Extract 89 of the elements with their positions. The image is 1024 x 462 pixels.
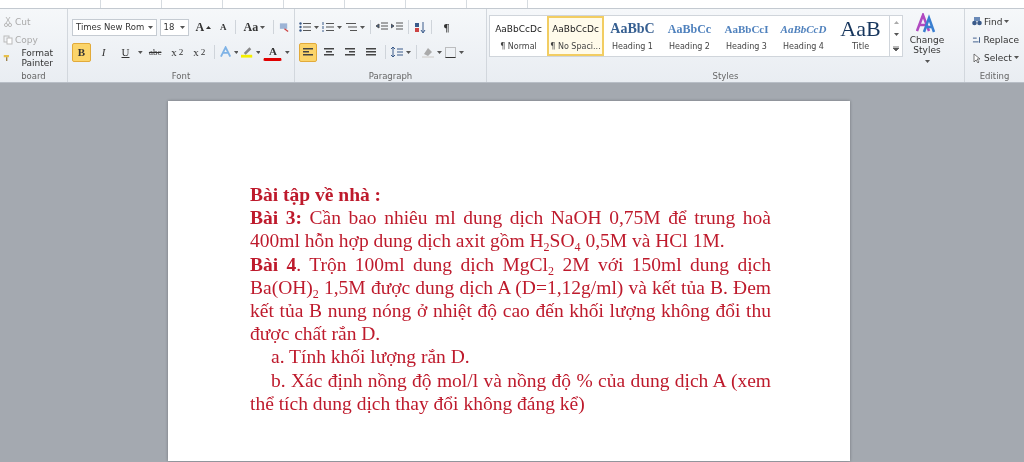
multilevel-list-icon	[345, 22, 357, 32]
binoculars-icon	[972, 17, 982, 26]
font-color-button[interactable]: A	[263, 43, 283, 61]
caret-icon	[285, 50, 291, 54]
show-marks-button[interactable]: ¶	[437, 17, 456, 37]
caret-icon	[180, 25, 186, 29]
align-left-icon	[303, 47, 313, 57]
sort-icon	[414, 21, 426, 33]
change-case-button[interactable]: Aa	[240, 17, 269, 37]
align-left-button[interactable]	[299, 42, 317, 62]
group-label: Editing	[978, 70, 1011, 82]
document-heading: Bài tập về nhà :	[250, 183, 383, 207]
align-center-icon	[324, 47, 334, 57]
style-item[interactable]: AaBbCc Heading 2	[661, 16, 718, 56]
style-item[interactable]: AaBbCcDc ¶ Normal	[490, 16, 547, 56]
caret-icon	[255, 50, 261, 54]
caret-icon	[147, 25, 153, 29]
style-sample: AaBbCcDc	[552, 23, 599, 36]
document-paragraph: a. Tính khối lượng rắn D.	[270, 345, 471, 369]
painter-button[interactable]: Format Painter	[2, 50, 63, 65]
group-label: board	[20, 70, 47, 82]
caret-icon	[360, 25, 365, 29]
increase-indent-icon	[391, 22, 403, 32]
select-button[interactable]: Select	[971, 50, 1020, 65]
style-sample: AaBbCcDc	[495, 23, 542, 36]
scroll-down-icon	[893, 33, 899, 37]
caret-icon	[233, 50, 239, 54]
style-label: ¶ No Spaci...	[550, 42, 601, 51]
caret-icon	[924, 60, 930, 63]
style-item[interactable]: AaBbCcD Heading 4	[775, 16, 832, 56]
paintbrush-icon	[3, 52, 11, 63]
align-justify-icon	[366, 47, 376, 57]
style-item[interactable]: AaBbC Heading 1	[604, 16, 661, 56]
style-sample: AaBbCcD	[780, 22, 827, 37]
style-label: Heading 1	[612, 42, 653, 51]
caret-icon	[437, 50, 442, 54]
style-item[interactable]: AaB Title	[832, 16, 889, 56]
copy-icon	[3, 34, 13, 45]
borders-icon	[445, 46, 456, 58]
replace-icon	[972, 34, 982, 45]
group-label: Paragraph	[367, 70, 414, 82]
style-label: Heading 2	[669, 42, 710, 51]
strike-button[interactable]: abc	[145, 42, 165, 62]
style-sample: AaBbCcI	[724, 22, 769, 37]
align-right-icon	[345, 47, 355, 57]
shrink-font-button[interactable]: A	[217, 17, 230, 37]
caret-icon	[138, 50, 143, 54]
style-sample: AaBbC	[610, 21, 655, 37]
document-paragraph: Bài 3: Cần bao nhiêu ml dung dịch NaOH 0,75M để trung hoà 400ml hỗn hợp dung dịch axit gồm H$_{2}$SO$_{4}$ 0,5M và HCl 1M.	[250, 206, 771, 253]
style-sample: AaBbCc	[667, 21, 712, 37]
document-paragraph: Bài 4. Trộn 100ml dung dịch MgCl$_{2}$ 2M với 150ml dung dịch Ba(OH)$_{2}$ 1,5M được dung dịch A (D=1,12g/ml) và kết tủa B. Đem kết tủa B nung nóng ở nhiệt độ cao đến khối lượng không đổi thu được chất rắn D.	[250, 252, 771, 346]
bullets-icon	[299, 22, 311, 32]
style-sample: AaB	[840, 21, 881, 37]
more-icon	[893, 46, 899, 52]
shading-icon	[422, 46, 434, 58]
style-label: Heading 3	[726, 42, 767, 51]
line-spacing-icon	[391, 47, 403, 57]
clear-formatting-icon	[279, 21, 290, 33]
scroll-up-icon	[893, 20, 899, 24]
style-item[interactable]: AaBbCcI Heading 3	[718, 16, 775, 56]
numbering-icon	[322, 22, 334, 32]
caret-icon	[337, 25, 342, 29]
caret-icon	[406, 50, 411, 54]
caret-icon	[260, 25, 266, 29]
italic-button[interactable]: I	[94, 42, 113, 62]
style-label: Title	[851, 42, 870, 51]
styles-letters-icon	[916, 13, 938, 33]
find-button[interactable]: Find	[971, 14, 1020, 29]
document-paragraph: b. Xác định nồng độ mol/l và nồng độ % của dung dịch A (xem thể tích dung dịch thay đổi không đáng kể)	[250, 368, 771, 416]
style-label: Heading 4	[783, 42, 824, 51]
style-item[interactable]: AaBbCcDc ¶ No Spaci...	[547, 16, 604, 56]
bold-button[interactable]: B	[72, 42, 91, 62]
caret-icon	[314, 25, 319, 29]
change-styles-button[interactable]: Change Styles	[907, 9, 947, 66]
highlighter-icon	[241, 46, 253, 58]
text-effects-icon	[219, 46, 231, 58]
grow-arrow-icon	[206, 25, 212, 29]
style-label: ¶ Normal	[500, 42, 537, 51]
replace-button[interactable]: Replace	[971, 32, 1020, 47]
scissors-icon	[3, 16, 13, 27]
underline-button[interactable]: U	[116, 42, 135, 62]
cursor-icon	[972, 52, 982, 63]
grow-font-button[interactable]: A	[192, 17, 215, 37]
group-label: Styles	[711, 70, 740, 82]
decrease-indent-icon	[376, 22, 388, 32]
caret-icon	[459, 50, 464, 54]
font-size-field[interactable]: 18	[159, 18, 190, 36]
font-name-field[interactable]: Times New Rom	[72, 18, 157, 36]
group-label: Font	[170, 70, 192, 82]
